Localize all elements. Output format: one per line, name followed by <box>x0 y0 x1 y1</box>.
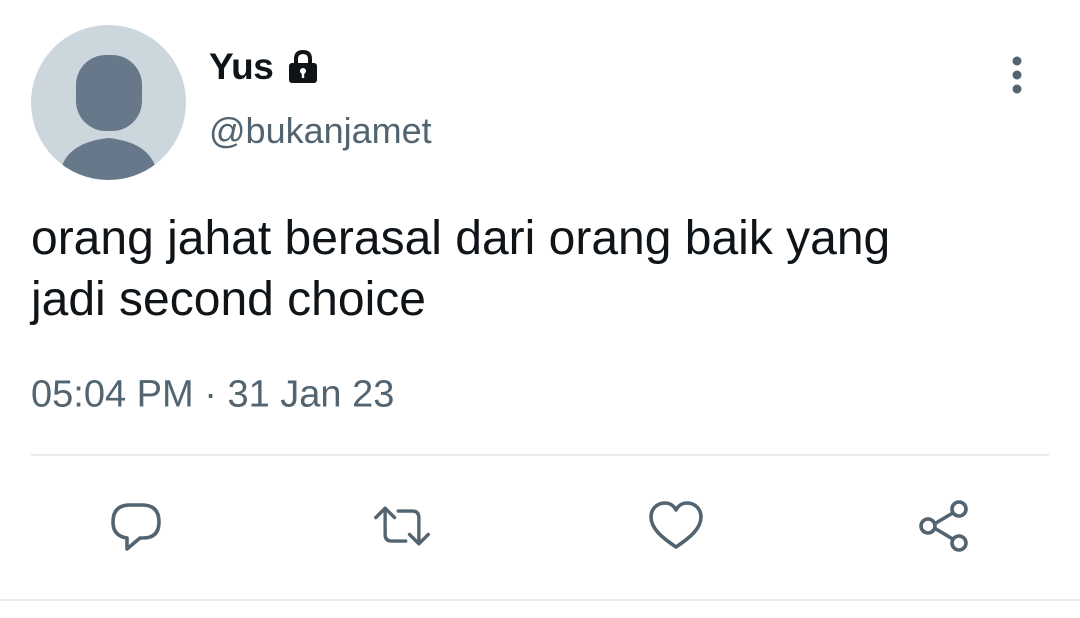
tweet-timestamp[interactable]: 05:04 PM · 31 Jan 23 <box>31 372 394 416</box>
default-avatar-icon <box>59 55 158 180</box>
user-handle[interactable]: @bukanjamet <box>209 110 432 152</box>
share-button[interactable] <box>914 496 974 556</box>
retweet-button[interactable] <box>372 496 432 556</box>
divider <box>31 454 1049 456</box>
tweet-text: orang jahat berasal dari orang baik yang… <box>31 212 891 326</box>
avatar[interactable] <box>31 25 186 180</box>
display-name[interactable]: Yus <box>209 46 274 88</box>
tweet-time: 05:04 PM <box>31 373 194 416</box>
meta-separator: · <box>204 373 217 416</box>
heart-icon <box>649 501 703 549</box>
bottom-divider <box>0 599 1080 601</box>
tweet-date: 31 Jan 23 <box>227 373 395 416</box>
retweet-icon <box>374 506 430 546</box>
reply-button[interactable] <box>106 496 166 556</box>
tweet-card: Yus @bukanjamet orang jahat berasal dari… <box>0 0 1080 618</box>
share-icon <box>919 500 968 552</box>
author-name-row[interactable]: Yus <box>209 42 323 92</box>
lock-icon <box>283 47 323 87</box>
like-button[interactable] <box>646 496 706 556</box>
reply-icon <box>111 503 161 551</box>
more-vertical-icon[interactable] <box>1003 55 1031 97</box>
